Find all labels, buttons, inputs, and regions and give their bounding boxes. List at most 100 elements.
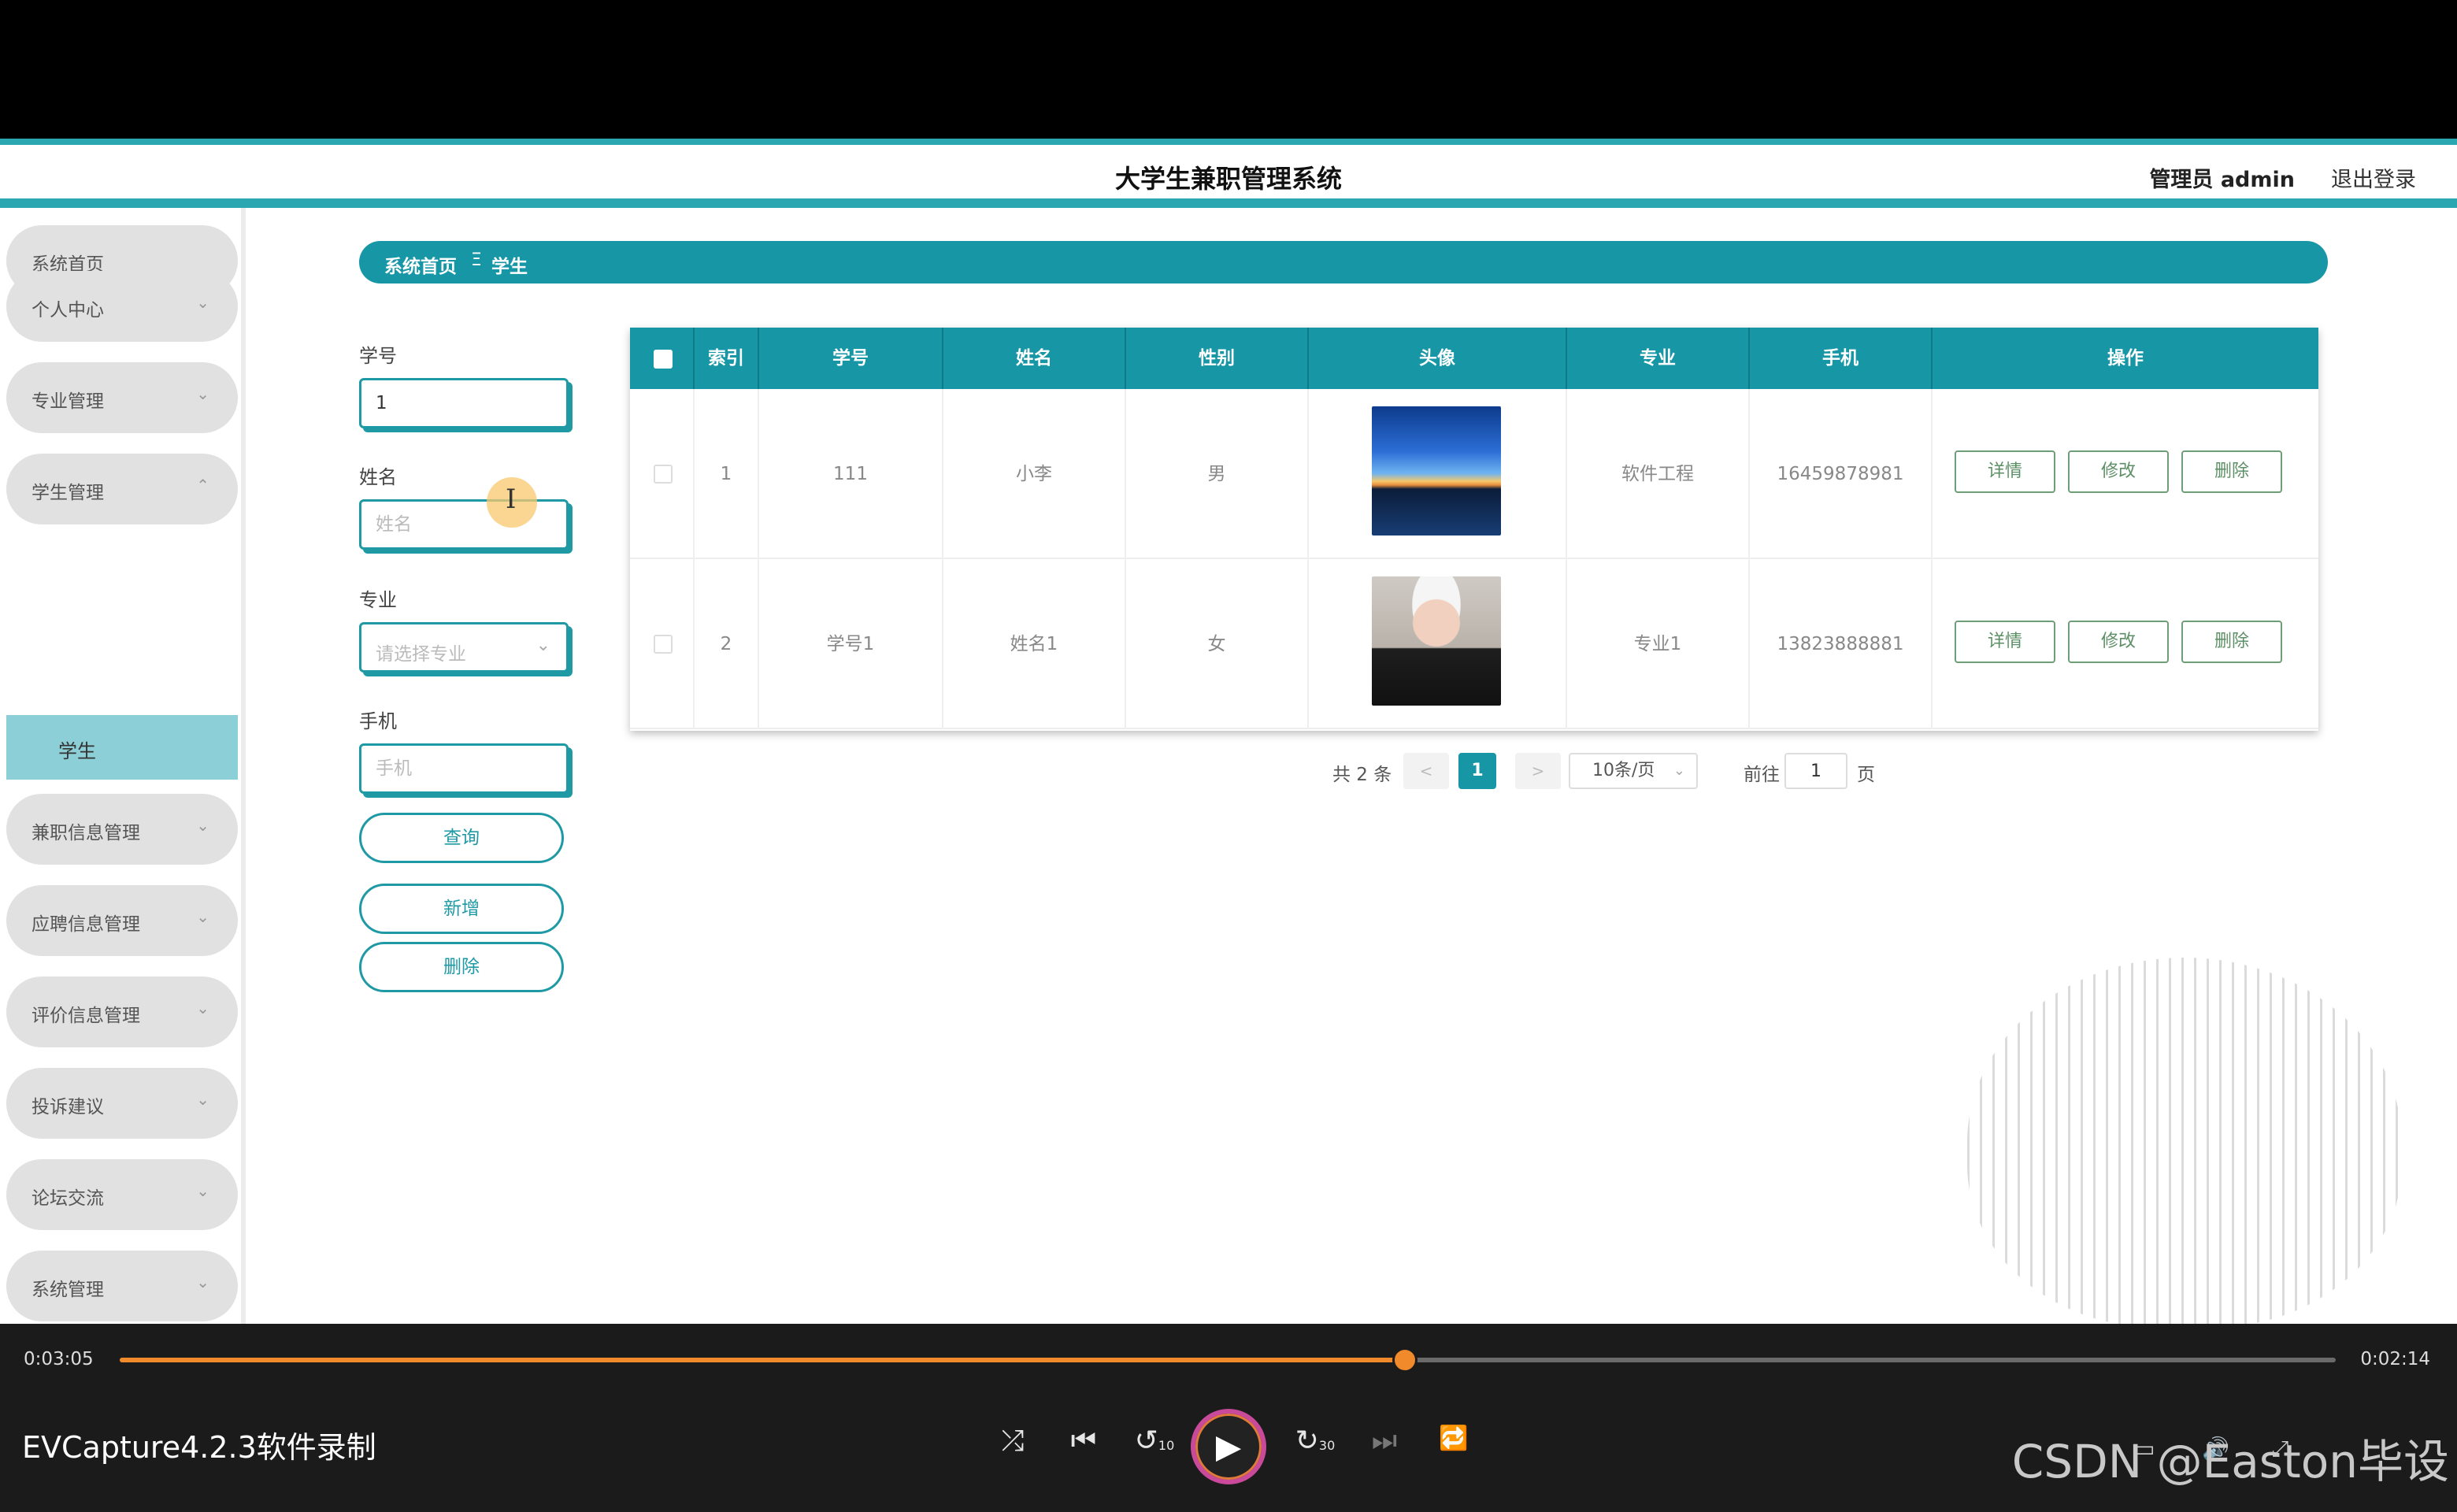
- header-major: 专业: [1567, 328, 1750, 389]
- sidebar-item-label: 论坛交流: [32, 1188, 104, 1209]
- cell-gender: 男: [1126, 389, 1309, 559]
- header-actions: 操作: [2107, 348, 2144, 369]
- seek-bar[interactable]: [120, 1347, 2336, 1373]
- sidebar-item-label: 评价信息管理: [32, 1006, 140, 1026]
- chevron-down-icon: ⌄: [196, 384, 209, 403]
- next-track-icon[interactable]: ⏭: [1362, 1425, 1406, 1458]
- chevron-down-icon: ⌄: [196, 816, 209, 835]
- header-select-all-cell: [630, 328, 695, 389]
- edit-button[interactable]: 修改: [2068, 450, 2169, 493]
- cell-student-no: 学号1: [759, 559, 943, 729]
- major-select[interactable]: 请选择专业 ⌄: [359, 622, 569, 673]
- header-index: 索引: [695, 328, 759, 389]
- breadcrumb: 系统首页 Ξ 学生: [359, 241, 2328, 284]
- forward-icon[interactable]: ↻30: [1292, 1425, 1339, 1457]
- header-phone: 手机: [1750, 328, 1933, 389]
- elapsed-time: 0:03:05: [24, 1349, 94, 1369]
- video-player-bar: 0:03:05 0:02:14 EVCapture4.2.3软件录制 ⤮ ⏮ ↺…: [0, 1324, 2457, 1512]
- student-no-label: 学号: [359, 345, 397, 367]
- query-button[interactable]: 查询: [359, 813, 564, 863]
- sidebar-item-label: 专业管理: [32, 391, 104, 412]
- sidebar-item-review-info[interactable]: 评价信息管理 ⌄: [6, 976, 238, 1047]
- detail-button[interactable]: 详情: [1955, 621, 2055, 663]
- chevron-down-icon: ⌄: [196, 293, 209, 312]
- student-no-input[interactable]: [359, 378, 569, 428]
- forward-seconds: 30: [1318, 1438, 1336, 1453]
- current-user: 管理员 admin: [2149, 168, 2295, 192]
- pagination-goto-input[interactable]: [1784, 753, 1847, 789]
- rewind-icon[interactable]: ↺10: [1131, 1425, 1178, 1457]
- phone-input[interactable]: [359, 743, 569, 794]
- sidebar-item-personal-center[interactable]: 个人中心 ⌄: [6, 271, 238, 342]
- cell-name: 小李: [943, 389, 1126, 559]
- row-checkbox[interactable]: [654, 465, 673, 484]
- edit-button[interactable]: 修改: [2068, 621, 2169, 663]
- batch-delete-button[interactable]: 删除: [359, 942, 564, 992]
- sidebar-subitem-student[interactable]: 学生: [6, 715, 238, 780]
- chevron-down-icon: ⌄: [196, 1181, 209, 1200]
- remaining-time: 0:02:14: [2360, 1349, 2430, 1369]
- pagination-prev-button[interactable]: <: [1403, 753, 1449, 789]
- text-cursor-icon: I: [506, 484, 517, 515]
- header-student-no: 学号: [759, 328, 943, 389]
- sidebar-item-application-info[interactable]: 应聘信息管理 ⌄: [6, 885, 238, 956]
- pagination-next-button[interactable]: >: [1515, 753, 1561, 789]
- avatar-image: [1372, 406, 1501, 536]
- repeat-icon[interactable]: 🔁: [1432, 1425, 1476, 1452]
- header-name: 姓名: [943, 328, 1126, 389]
- avatar-image: [1372, 576, 1501, 706]
- app-header: 大学生兼职管理系统 管理员 admin 退出登录: [0, 139, 2457, 208]
- add-button[interactable]: 新增: [359, 884, 564, 934]
- breadcrumb-current: 学生: [491, 257, 528, 277]
- major-select-placeholder: 请选择专业: [376, 644, 466, 665]
- delete-button[interactable]: 删除: [2181, 450, 2282, 493]
- breadcrumb-separator-icon: Ξ: [471, 250, 482, 270]
- major-label: 专业: [359, 589, 397, 611]
- name-input[interactable]: [359, 499, 569, 550]
- select-all-checkbox[interactable]: [654, 350, 673, 369]
- rewind-seconds: 10: [1158, 1438, 1175, 1453]
- chevron-down-icon: ⌄: [196, 907, 209, 926]
- pagination-page-1[interactable]: 1: [1458, 753, 1496, 789]
- shuffle-icon[interactable]: ⤮: [991, 1425, 1035, 1458]
- table-row: 1 111 小李 男 软件工程 16459878981 详情 修改 删除: [630, 389, 2318, 559]
- chevron-up-icon: ⌃: [196, 476, 209, 495]
- rewind-glyph: ↺: [1134, 1425, 1158, 1457]
- chevron-down-icon: ⌄: [536, 636, 550, 655]
- page-size-value: 10条/页: [1592, 761, 1655, 780]
- page-size-select[interactable]: 10条/页 ⌄: [1569, 753, 1698, 789]
- decorative-striped-globe: [1967, 958, 2402, 1324]
- delete-button[interactable]: 删除: [2181, 621, 2282, 663]
- play-button[interactable]: ▶: [1191, 1409, 1266, 1484]
- cell-phone: 13823888881: [1750, 559, 1933, 729]
- cell-major: 软件工程: [1567, 389, 1750, 559]
- sidebar-item-complaints[interactable]: 投诉建议 ⌄: [6, 1068, 238, 1139]
- table-row: 2 学号1 姓名1 女 专业1 13823888881 详情 修改 删除: [630, 559, 2318, 729]
- sidebar-item-forum[interactable]: 论坛交流 ⌄: [6, 1159, 238, 1230]
- chevron-down-icon: ⌄: [196, 999, 209, 1017]
- cell-index: 1: [695, 389, 759, 559]
- student-table: 索引 学号 姓名 性别 头像 专业 手机 操作 1 111 小李 男 软件工程 …: [630, 328, 2318, 731]
- seek-bar-thumb[interactable]: [1392, 1347, 1418, 1373]
- pagination-page-suffix: 页: [1857, 765, 1875, 785]
- sidebar-item-major-management[interactable]: 专业管理 ⌄: [6, 362, 238, 433]
- logout-link[interactable]: 退出登录: [2331, 162, 2416, 193]
- row-select-cell: [630, 559, 695, 729]
- sidebar-item-student-management[interactable]: 学生管理 ⌃: [6, 454, 238, 524]
- sidebar-item-label: 学生管理: [32, 483, 104, 503]
- row-checkbox[interactable]: [654, 635, 673, 654]
- sidebar-item-label: 兼职信息管理: [32, 823, 140, 843]
- detail-button[interactable]: 详情: [1955, 450, 2055, 493]
- previous-track-icon[interactable]: ⏮: [1062, 1425, 1106, 1458]
- sidebar: 系统首页 个人中心 ⌄ 专业管理 ⌄ 学生管理 ⌃ 学生 兼职信息管理 ⌄ 应聘…: [0, 208, 246, 1324]
- breadcrumb-home[interactable]: 系统首页: [384, 251, 457, 278]
- chevron-down-icon: ⌄: [1673, 762, 1685, 779]
- phone-label: 手机: [359, 710, 397, 732]
- cell-major: 专业1: [1567, 559, 1750, 729]
- sidebar-item-parttime-info[interactable]: 兼职信息管理 ⌄: [6, 794, 238, 865]
- sidebar-item-label: 投诉建议: [32, 1097, 104, 1117]
- sidebar-item-label: 应聘信息管理: [32, 914, 140, 935]
- pagination-goto-label: 前往: [1744, 765, 1780, 785]
- top-black-band: [0, 0, 2457, 139]
- sidebar-item-system-management[interactable]: 系统管理 ⌄: [6, 1251, 238, 1321]
